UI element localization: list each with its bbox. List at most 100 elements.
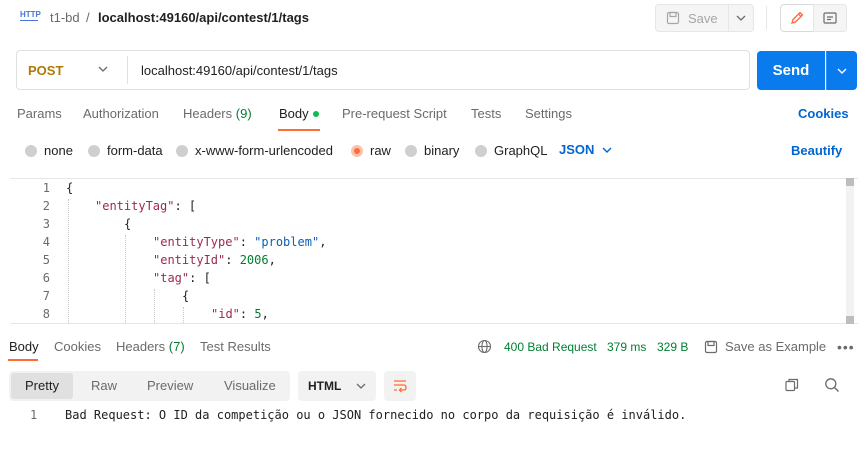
method-chevron-down-icon[interactable]: [98, 62, 108, 79]
editor-line-number: 6: [42, 271, 50, 285]
tab-body[interactable]: Body: [279, 106, 319, 121]
tab-label: Headers: [183, 106, 233, 121]
code-token: : [: [174, 199, 197, 213]
response-size[interactable]: 329 B: [657, 340, 688, 354]
url-input[interactable]: localhost:49160/api/contest/1/tags: [141, 63, 338, 78]
radio-label: binary: [424, 143, 460, 158]
save-as-example-button[interactable]: Save as Example: [704, 339, 826, 354]
globe-icon[interactable]: [477, 339, 492, 357]
body-mode-form-data[interactable]: form-data: [88, 143, 163, 158]
body-format-label: JSON: [559, 142, 595, 157]
search-icon[interactable]: [824, 377, 840, 396]
response-format-select[interactable]: HTML: [298, 371, 376, 401]
tab-label: Settings: [525, 106, 572, 121]
radio-icon: [88, 144, 100, 157]
tab-headers[interactable]: Headers (9): [183, 106, 252, 121]
tab-tests[interactable]: Tests: [471, 106, 501, 121]
wrap-lines-icon: [394, 380, 407, 393]
body-mode-raw[interactable]: raw: [351, 143, 391, 158]
editor-code-line: "tag": [: [153, 271, 211, 285]
beautify-button[interactable]: Beautify: [791, 143, 842, 158]
code-token: ,: [319, 235, 327, 249]
view-mode-preview[interactable]: Preview: [147, 378, 193, 393]
editor-code-line: "entityType": "problem",: [153, 235, 326, 249]
editor-line-number: 2: [42, 199, 50, 213]
tab-label: Authorization: [83, 106, 159, 121]
tab-params[interactable]: Params: [17, 106, 62, 121]
code-token: {: [66, 181, 74, 195]
tab-label: Body: [279, 106, 309, 121]
chevron-down-icon: [356, 383, 366, 389]
breadcrumb-separator: /: [86, 10, 90, 25]
cookies-link[interactable]: Cookies: [798, 106, 849, 121]
editor-code-line: {: [182, 289, 189, 303]
response-body-text[interactable]: Bad Request: O ID da competição ou o JSO…: [65, 408, 686, 422]
tab-label: Tests: [471, 106, 502, 121]
save-dropdown-button[interactable]: [728, 4, 754, 32]
radio-icon: [475, 144, 487, 157]
editor-code-line: {: [66, 181, 73, 195]
save-icon: [704, 340, 718, 353]
tab-settings[interactable]: Settings: [525, 106, 572, 121]
response-tab-cookies[interactable]: Cookies: [54, 339, 101, 354]
response-tab-headers[interactable]: Headers (7): [116, 339, 185, 354]
code-token: :: [239, 307, 255, 321]
tab-count-badge: (9): [235, 106, 252, 121]
editor-scrollbar-thumb[interactable]: [846, 178, 854, 186]
code-token: :: [239, 235, 255, 249]
pencil-icon: [791, 11, 804, 24]
http-request-icon: HTTP: [20, 10, 41, 25]
response-line-number: 1: [30, 408, 38, 422]
edit-mode-button[interactable]: [780, 4, 814, 32]
http-icon-text: HTTP: [20, 10, 41, 19]
body-format-select[interactable]: JSON: [559, 142, 612, 157]
body-mode-binary[interactable]: binary: [405, 143, 459, 158]
response-tab-body[interactable]: Body: [9, 339, 39, 354]
editor-line-number: 1: [42, 181, 50, 195]
indent-guide: [183, 307, 184, 323]
tab-authorization[interactable]: Authorization: [83, 106, 159, 121]
response-time[interactable]: 379 ms: [607, 340, 646, 354]
radio-icon: [405, 144, 417, 157]
radio-icon: [25, 144, 37, 157]
breadcrumb-collection[interactable]: t1-bd: [50, 10, 80, 25]
editor-line-number: 8: [42, 307, 50, 321]
comments-button[interactable]: [813, 4, 847, 32]
save-as-example-label: Save as Example: [725, 339, 827, 354]
send-dropdown-button[interactable]: [826, 51, 857, 90]
active-tab-indicator: [278, 129, 320, 131]
response-status-code[interactable]: 400 Bad Request: [504, 340, 597, 354]
radio-label: GraphQL: [494, 143, 548, 158]
editor-code-line: "entityTag": [: [95, 199, 196, 213]
editor-code-line: "entityId": 2006,: [153, 253, 276, 267]
body-mode-none[interactable]: none: [25, 143, 73, 158]
editor-code-line: "id": 5,: [211, 307, 269, 321]
view-mode-raw[interactable]: Raw: [91, 378, 117, 393]
request-body-editor[interactable]: 12345678 {"entityTag": [{"entityType": "…: [10, 178, 858, 324]
response-tab-test-results[interactable]: Test Results: [200, 339, 271, 354]
code-token: "entityId": [153, 253, 226, 267]
radio-label: x-www-form-urlencoded: [195, 143, 333, 158]
code-token: "entityTag": [95, 199, 175, 213]
wrap-lines-button[interactable]: [384, 371, 416, 401]
editor-scrollbar-end[interactable]: [846, 316, 854, 324]
editor-scrollbar[interactable]: [846, 178, 854, 324]
editor-line-number: 5: [42, 253, 50, 267]
body-mode-graphql[interactable]: GraphQL: [475, 143, 547, 158]
view-mode-visualize[interactable]: Visualize: [224, 378, 276, 393]
save-button[interactable]: Save: [655, 4, 729, 32]
breadcrumb-request-name[interactable]: localhost:49160/api/contest/1/tags: [98, 10, 309, 25]
more-options-icon[interactable]: •••: [837, 339, 855, 355]
send-button[interactable]: Send: [757, 51, 825, 90]
toolbar-divider: [766, 6, 767, 30]
tab-pre-request-script[interactable]: Pre-request Script: [342, 106, 447, 121]
copy-icon[interactable]: [784, 377, 800, 396]
indent-guide: [68, 199, 69, 323]
code-token: 2006: [239, 253, 269, 267]
view-mode-pretty[interactable]: Pretty: [25, 378, 59, 393]
editor-line-number: 4: [42, 235, 50, 249]
body-active-dot: [312, 110, 319, 117]
body-mode-urlencoded[interactable]: x-www-form-urlencoded: [176, 143, 333, 158]
editor-line-number: 7: [42, 289, 50, 303]
http-method-select[interactable]: POST: [28, 63, 63, 78]
